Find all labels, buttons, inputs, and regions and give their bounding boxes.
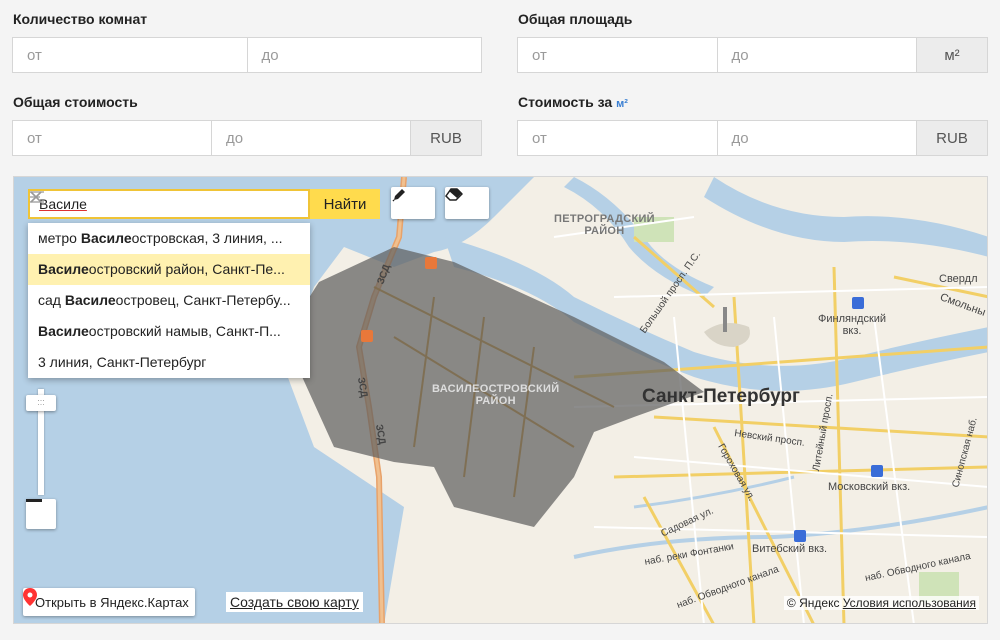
map-copyright: © Яндекс Условия использования [783, 596, 979, 610]
price-per-currency: RUB [917, 121, 987, 155]
suggestion-rest: островская, 3 линия, ... [131, 230, 283, 246]
district-vo-line1: ВАСИЛЕОСТРОВСКИЙ [432, 383, 560, 395]
finland-station-label: Финляндский вкз. [818, 313, 886, 337]
suggestion-rest: 3 линия, Санкт-Петербург [38, 354, 207, 370]
price-per-label-text: Стоимость за [518, 94, 613, 110]
price-to-input[interactable]: до [212, 121, 411, 155]
suggestion-highlight: Василе [38, 261, 89, 277]
price-per-range: от до RUB [517, 120, 988, 156]
area-unit: м² [917, 38, 987, 72]
zoom-out-button[interactable] [26, 499, 56, 529]
suggestion-highlight: Василе [64, 292, 116, 308]
suggestion-item[interactable]: Василеостровский намыв, Санкт-П... [28, 316, 310, 347]
search-suggestions: метро Василеостровская, 3 линия, ... Васи… [28, 223, 310, 378]
price-per-from-input[interactable]: от [518, 121, 718, 155]
rooms-range: от до [12, 37, 482, 73]
open-yandex-maps-label: Открыть в Яндекс.Картах [35, 594, 189, 610]
copyright-text: © Яндекс [786, 596, 840, 610]
open-yandex-maps-button[interactable]: Открыть в Яндекс.Картах [23, 588, 195, 616]
suggestion-rest: островский район, Санкт-Пе... [88, 261, 285, 277]
draw-button[interactable] [391, 187, 435, 219]
sverdl-label: Свердл [939, 273, 978, 285]
rooms-to-input[interactable]: до [248, 38, 482, 72]
suggestion-item[interactable]: Василеостровский район, Санкт-Пе... [28, 254, 310, 285]
create-map-link[interactable]: Создать свою карту [226, 592, 363, 612]
district-petrograd-line1: ПЕТРОГРАДСКИЙ [554, 213, 655, 225]
finland-station-line1: Финляндский [818, 313, 887, 325]
suggestion-item[interactable]: сад Василеостровец, Санкт-Петербу... [28, 285, 310, 316]
district-vo-line2: РАЙОН [475, 395, 516, 407]
suggestion-highlight: Василе [38, 323, 89, 339]
area-from-input[interactable]: от [518, 38, 718, 72]
price-per-to-input[interactable]: до [718, 121, 917, 155]
suggestion-prefix: метро [38, 230, 81, 246]
map-search-box: Василе [28, 189, 310, 219]
suggestion-item[interactable]: метро Василеостровская, 3 линия, ... [28, 223, 310, 254]
rooms-from-input[interactable]: от [13, 38, 248, 72]
terms-link[interactable]: Условия использования [843, 596, 976, 610]
price-per-label: Стоимость за м² [518, 94, 628, 110]
suggestion-prefix: сад [38, 292, 65, 308]
district-petrograd-label: ПЕТРОГРАДСКИЙ РАЙОН [554, 213, 655, 237]
price-currency: RUB [411, 121, 481, 155]
suggestion-rest: островец, Санкт-Петербу... [115, 292, 291, 308]
map-search-input[interactable]: Василе [30, 196, 260, 212]
area-range: от до м² [517, 37, 988, 73]
rooms-label: Количество комнат [13, 11, 148, 27]
vitebsk-station-label: Витебский вкз. [752, 543, 828, 555]
suggestion-item[interactable]: 3 линия, Санкт-Петербург [28, 347, 310, 378]
area-to-input[interactable]: до [718, 38, 917, 72]
map[interactable]: ПЕТРОГРАДСКИЙ РАЙОН ВАСИЛЕОСТРОВСКИЙ РАЙ… [13, 176, 988, 624]
price-from-input[interactable]: от [13, 121, 212, 155]
city-label: Санкт-Петербург [642, 386, 800, 407]
area-label: Общая площадь [518, 11, 633, 27]
price-range: от до RUB [12, 120, 482, 156]
price-label: Общая стоимость [13, 94, 138, 110]
suggestion-highlight: Василе [80, 230, 132, 246]
district-vo-label: ВАСИЛЕОСТРОВСКИЙ РАЙОН [432, 383, 559, 407]
price-per-unit-link[interactable]: м² [616, 98, 628, 110]
zoom-slider-handle[interactable]: ::: [26, 395, 56, 411]
moscow-station-label: Московский вкз. [828, 481, 911, 493]
find-button[interactable]: Найти [310, 189, 380, 219]
finland-station-line2: вкз. [842, 325, 862, 337]
district-petrograd-line2: РАЙОН [584, 225, 625, 237]
erase-button[interactable] [445, 187, 489, 219]
suggestion-rest: островский намыв, Санкт-П... [88, 323, 281, 339]
